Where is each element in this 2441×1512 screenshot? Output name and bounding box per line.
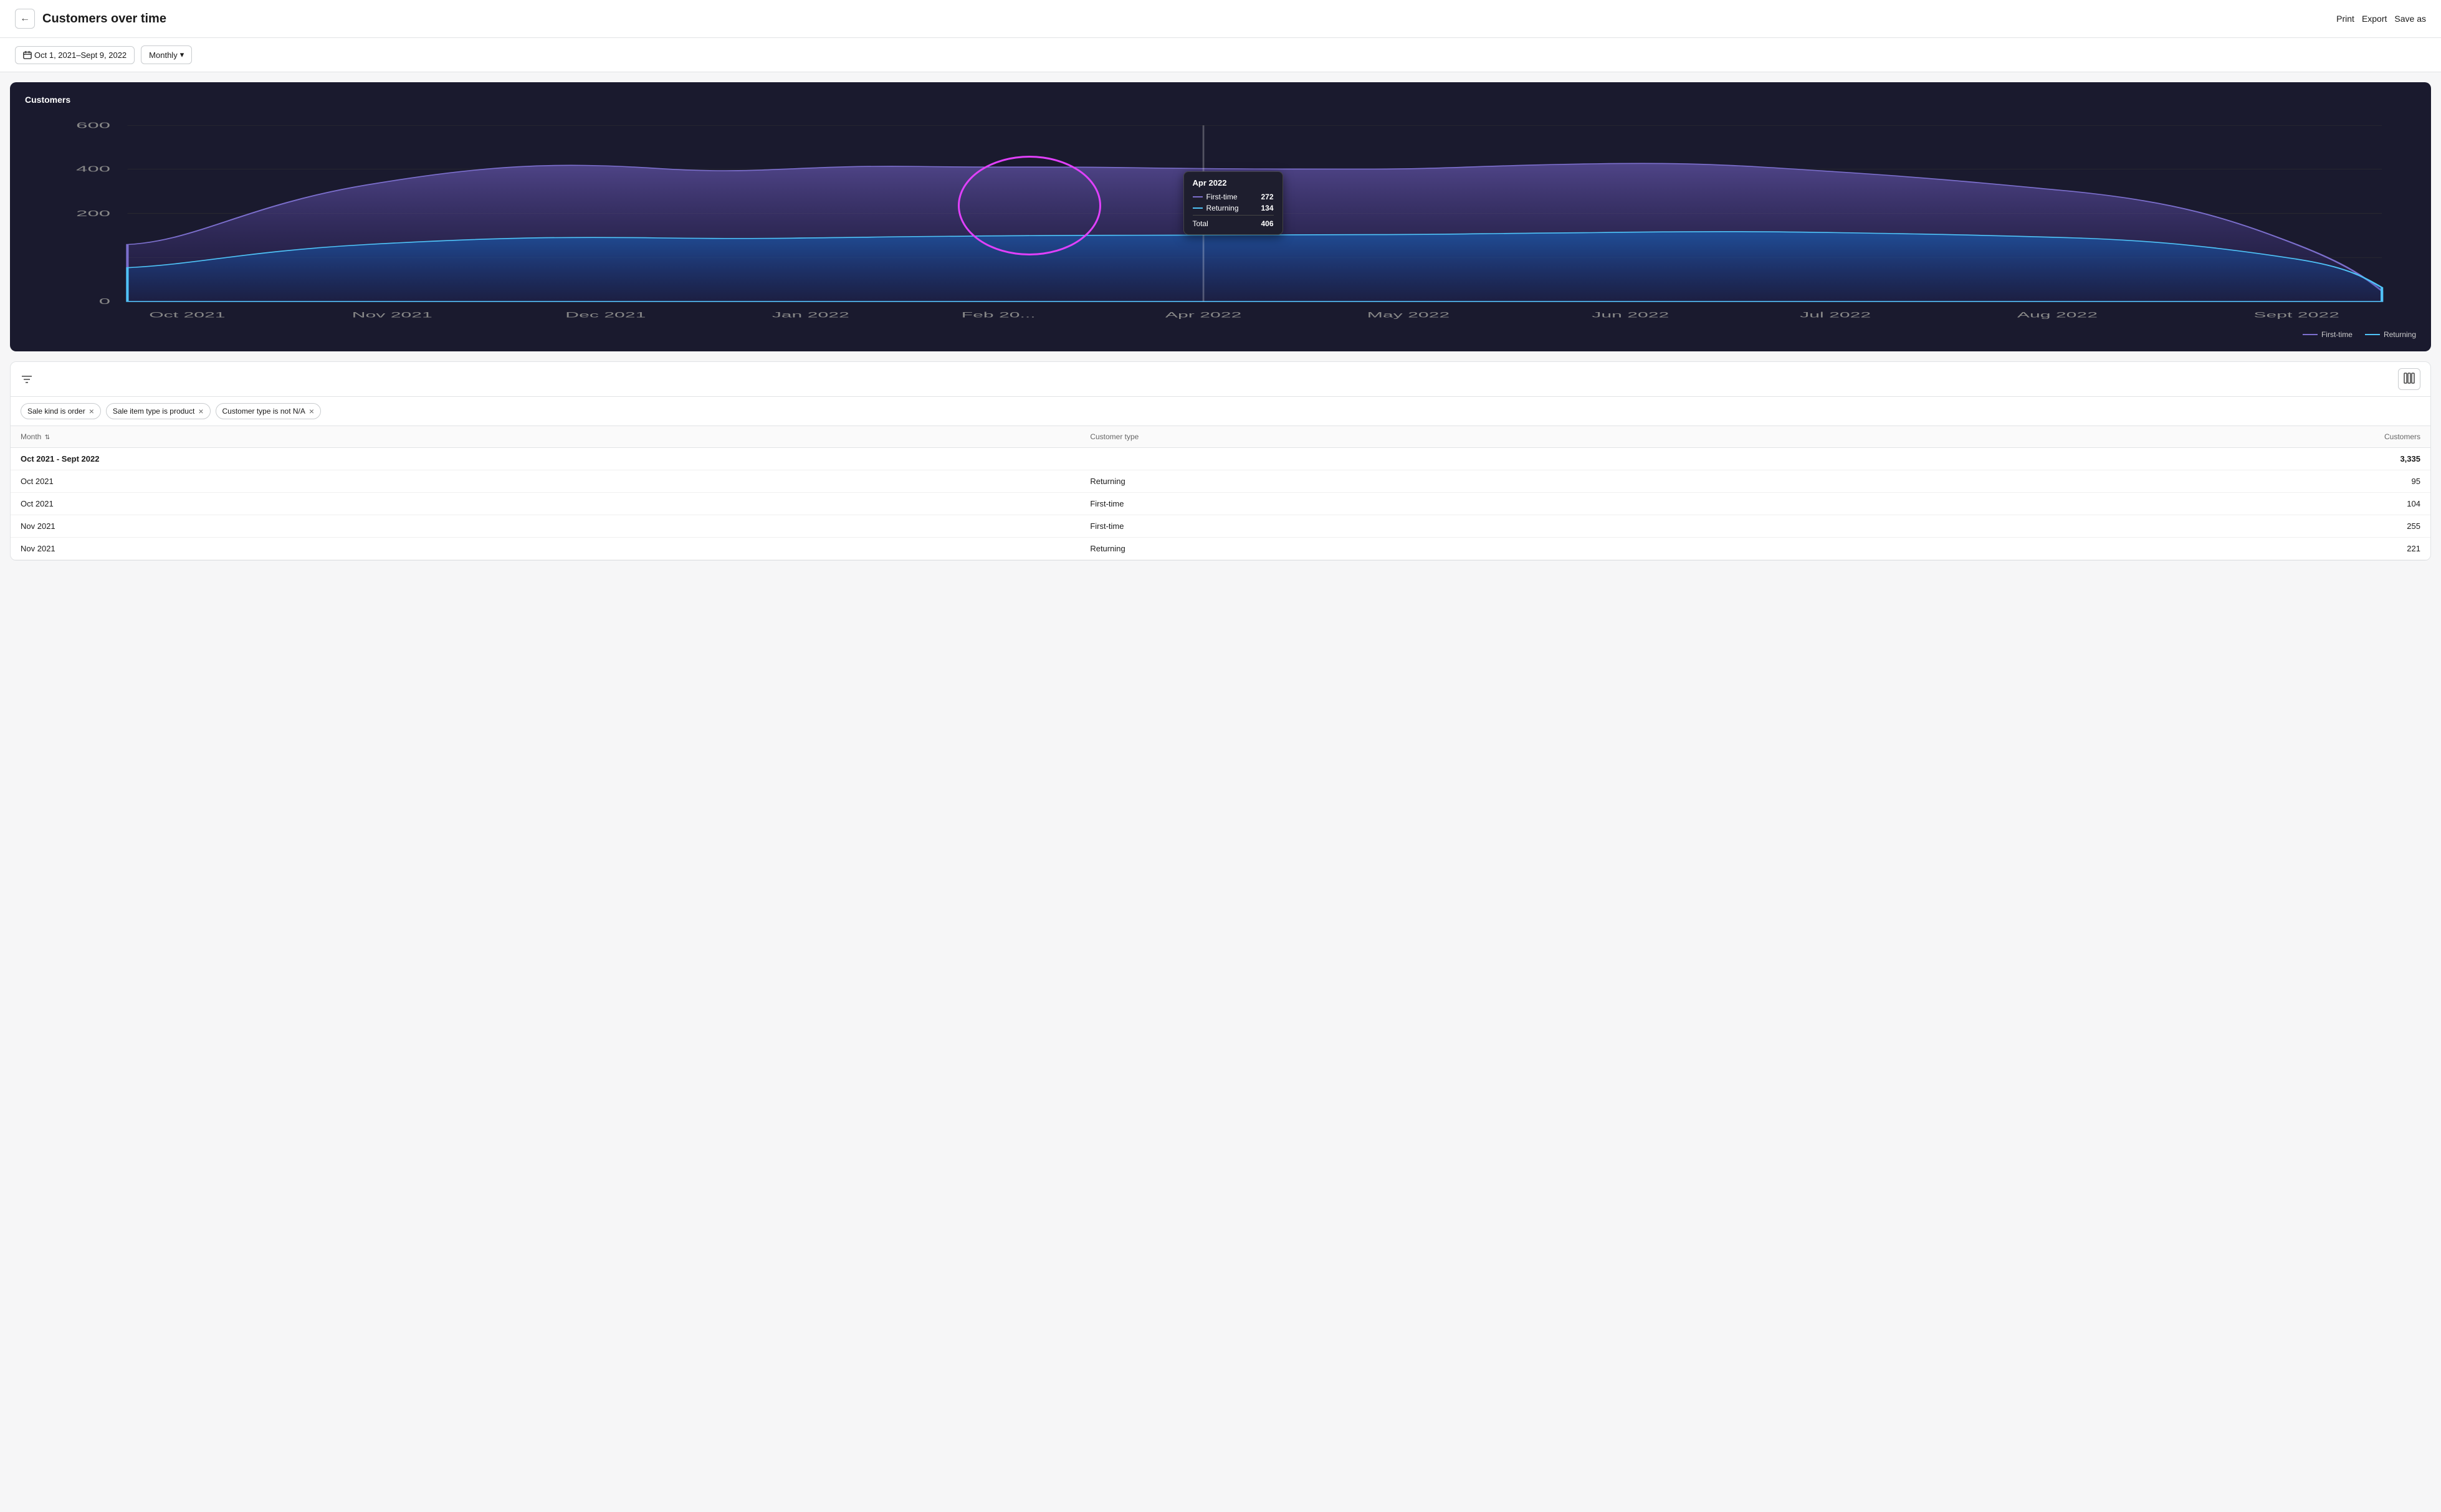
chart-wrap[interactable]: 600 400 200 0 Oct 2021 Nov 202 (25, 112, 2416, 324)
page-title: Customers over time (42, 12, 166, 26)
toolbar: Oct 1, 2021–Sept 9, 2022 Monthly ▾ (0, 38, 2441, 72)
tooltip-total-row: Total 406 (1193, 215, 1274, 228)
svg-text:0: 0 (99, 297, 110, 306)
firsttime-dot (1193, 196, 1203, 197)
svg-text:200: 200 (76, 209, 110, 218)
svg-text:600: 600 (76, 121, 110, 130)
row-1-month: Oct 2021 (11, 493, 1080, 515)
filter-tag-label-0: Sale kind is order (27, 407, 85, 416)
save-as-button[interactable]: Save as (2394, 14, 2426, 24)
table-section: Sale kind is order × Sale item type is p… (10, 361, 2431, 561)
tooltip-row-returning: Returning 134 (1193, 204, 1274, 212)
col-customer-type: Customer type (1080, 426, 1823, 448)
filter-button[interactable] (21, 373, 33, 386)
row-1-customers: 104 (1823, 493, 2430, 515)
svg-text:Jan 2022: Jan 2022 (772, 311, 849, 319)
row-3-month: Nov 2021 (11, 538, 1080, 560)
table-summary-row: Oct 2021 - Sept 2022 3,335 (11, 448, 2430, 470)
tooltip-row-firsttime: First-time 272 (1193, 193, 1274, 201)
row-1-type: First-time (1080, 493, 1823, 515)
back-button[interactable]: ← (15, 9, 35, 29)
legend-firsttime-line (2303, 334, 2318, 335)
table-body: Oct 2021 - Sept 2022 3,335 Oct 2021 Retu… (11, 448, 2430, 560)
svg-text:Oct 2021: Oct 2021 (149, 311, 225, 319)
tooltip-firsttime-label: First-time (1206, 193, 1238, 201)
svg-text:Sept 2022: Sept 2022 (2253, 311, 2339, 319)
svg-text:May 2022: May 2022 (1367, 311, 1450, 319)
tooltip-date: Apr 2022 (1193, 178, 1274, 188)
print-button[interactable]: Print (2336, 14, 2354, 24)
row-2-month: Nov 2021 (11, 515, 1080, 538)
col-month[interactable]: Month ⇅ (11, 426, 1080, 448)
columns-icon (2404, 373, 2415, 384)
columns-button[interactable] (2398, 368, 2420, 390)
summary-type (1080, 448, 1823, 470)
svg-text:400: 400 (76, 164, 110, 173)
table-row: Nov 2021 First-time 255 (11, 515, 2430, 538)
filter-tag-remove-1[interactable]: × (198, 406, 203, 416)
filter-icon (21, 373, 33, 386)
row-0-type: Returning (1080, 470, 1823, 493)
table-head: Month ⇅ Customer type Customers (11, 426, 2430, 448)
chart-legend: First-time Returning (25, 330, 2416, 339)
svg-text:Aug 2022: Aug 2022 (2017, 311, 2098, 319)
filter-tags: Sale kind is order × Sale item type is p… (11, 397, 2430, 426)
row-2-type: First-time (1080, 515, 1823, 538)
tooltip-total-label: Total (1193, 219, 1208, 228)
tooltip-returning-value: 134 (1261, 204, 1273, 212)
table-row: Oct 2021 First-time 104 (11, 493, 2430, 515)
row-3-type: Returning (1080, 538, 1823, 560)
svg-text:Jul 2022: Jul 2022 (1800, 311, 1871, 319)
period-dropdown[interactable]: Monthly ▾ (141, 45, 192, 64)
table-toolbar (11, 362, 2430, 397)
tooltip-firsttime-value: 272 (1261, 193, 1273, 201)
summary-period: Oct 2021 - Sept 2022 (11, 448, 1080, 470)
calendar-icon (23, 50, 32, 59)
filter-tag-remove-2[interactable]: × (309, 406, 314, 416)
filter-tag-remove-0[interactable]: × (89, 406, 94, 416)
filter-tag-label-1: Sale item type is product (113, 407, 194, 416)
svg-text:Feb 20...: Feb 20... (962, 311, 1036, 319)
chart-container: Customers 600 400 200 0 (10, 82, 2431, 351)
header-right: Print Export Save as (2336, 14, 2426, 24)
legend-firsttime-label: First-time (2321, 330, 2353, 339)
col-month-label: Month (21, 432, 41, 441)
returning-dot (1193, 207, 1203, 209)
export-button[interactable]: Export (2362, 14, 2387, 24)
svg-text:Jun 2022: Jun 2022 (1592, 311, 1669, 319)
table-row: Nov 2021 Returning 221 (11, 538, 2430, 560)
sort-icon-month: ⇅ (45, 434, 50, 441)
legend-returning: Returning (2365, 330, 2416, 339)
row-2-customers: 255 (1823, 515, 2430, 538)
svg-text:Apr 2022: Apr 2022 (1165, 311, 1241, 319)
table-header-row: Month ⇅ Customer type Customers (11, 426, 2430, 448)
chart-tooltip: Apr 2022 First-time 272 Returning 134 To… (1183, 171, 1283, 235)
row-3-customers: 221 (1823, 538, 2430, 560)
page-header: ← Customers over time Print Export Save … (0, 0, 2441, 38)
tooltip-returning-label: Returning (1206, 204, 1239, 212)
filter-tag-label-2: Customer type is not N/A (222, 407, 305, 416)
col-customers: Customers (1823, 426, 2430, 448)
header-left: ← Customers over time (15, 9, 166, 29)
filter-tag-0: Sale kind is order × (21, 403, 101, 419)
legend-returning-label: Returning (2384, 330, 2416, 339)
legend-returning-line (2365, 334, 2380, 335)
svg-text:Nov 2021: Nov 2021 (352, 311, 432, 319)
chart-title: Customers (25, 95, 2416, 105)
summary-customers: 3,335 (1823, 448, 2430, 470)
legend-firsttime: First-time (2303, 330, 2353, 339)
table-row: Oct 2021 Returning 95 (11, 470, 2430, 493)
date-range-button[interactable]: Oct 1, 2021–Sept 9, 2022 (15, 46, 135, 64)
data-table: Month ⇅ Customer type Customers Oct 2021… (11, 426, 2430, 560)
row-0-customers: 95 (1823, 470, 2430, 493)
chevron-down-icon: ▾ (180, 50, 184, 60)
row-0-month: Oct 2021 (11, 470, 1080, 493)
tooltip-total-value: 406 (1261, 219, 1273, 228)
svg-text:Dec 2021: Dec 2021 (565, 311, 646, 319)
filter-tag-2: Customer type is not N/A × (216, 403, 322, 419)
filter-tag-1: Sale item type is product × (106, 403, 211, 419)
